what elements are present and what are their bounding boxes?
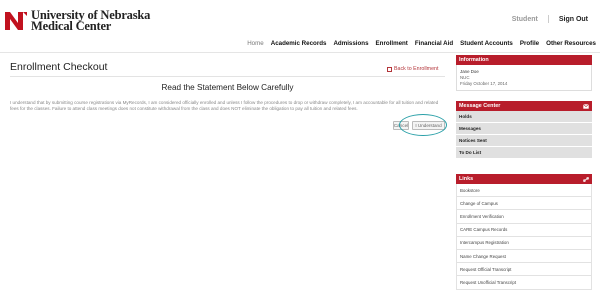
link-change-of-campus[interactable]: Change of Campus (456, 197, 592, 211)
n-logo-icon (4, 10, 28, 32)
envelope-icon (583, 103, 589, 109)
nav-enrollment[interactable]: Enrollment (376, 40, 408, 47)
main-nav: Home Academic Records Admissions Enrollm… (240, 40, 596, 47)
link-icon (583, 176, 589, 182)
nav-academic-records[interactable]: Academic Records (271, 40, 327, 47)
links-title: Links (459, 176, 474, 182)
message-center-panel: Message Center Holds Messages Notices Se… (456, 101, 592, 159)
message-item-notices-sent[interactable]: Notices Sent (456, 135, 592, 147)
divider (547, 15, 549, 23)
statement-body: I understand that by submitting course r… (10, 100, 439, 112)
nav-other-resources[interactable]: Other Resources (546, 40, 596, 47)
university-logo[interactable]: University of Nebraska Medical Center (4, 9, 150, 33)
logo-line-2: Medical Center (31, 19, 112, 33)
links-panel: Links Bookstore Change of Campus Enrollm… (456, 174, 592, 290)
page-title: Enrollment Checkout (10, 61, 108, 73)
message-item-holds[interactable]: Holds (456, 111, 592, 123)
information-panel: Information Jane Doe NUC Friday October … (456, 55, 592, 92)
statement-title: Read the Statement Below Carefully (161, 83, 294, 92)
current-date: Friday October 17, 2014 (460, 80, 508, 86)
message-item-messages[interactable]: Messages (456, 123, 592, 135)
student-link[interactable]: Student (512, 16, 538, 23)
nav-financial-aid[interactable]: Financial Aid (415, 40, 453, 47)
nav-student-accounts[interactable]: Student Accounts (460, 40, 513, 47)
link-care-campus-records[interactable]: CARE Campus Records (456, 223, 592, 237)
links-header: Links (456, 174, 592, 184)
back-icon (387, 66, 392, 72)
link-request-official-transcript[interactable]: Request Official Transcript (456, 263, 592, 277)
link-enrollment-verification[interactable]: Enrollment Verification (456, 210, 592, 224)
title-divider (10, 76, 445, 77)
link-bookstore[interactable]: Bookstore (456, 184, 592, 198)
nav-admissions[interactable]: Admissions (333, 40, 368, 47)
link-request-unofficial-transcript[interactable]: Request Unofficial Transcript (456, 276, 592, 290)
nav-profile[interactable]: Profile (520, 40, 539, 47)
message-item-to-do-list[interactable]: To Do List (456, 147, 592, 159)
information-header: Information (456, 55, 592, 65)
sign-out-link[interactable]: Sign Out (559, 16, 588, 23)
back-link-label: Back to Enrollment (394, 66, 439, 72)
nav-home[interactable]: Home (247, 40, 264, 47)
link-name-change-request[interactable]: Name Change Request (456, 249, 592, 264)
information-title: Information (459, 57, 489, 63)
header-divider (0, 52, 600, 53)
back-to-enrollment-link[interactable]: Back to Enrollment (387, 66, 438, 72)
link-intercampus-registration[interactable]: Intercampus Registration (456, 236, 592, 250)
message-center-title: Message Center (459, 103, 501, 109)
highlight-circle (399, 114, 447, 136)
message-center-header: Message Center (456, 101, 592, 111)
